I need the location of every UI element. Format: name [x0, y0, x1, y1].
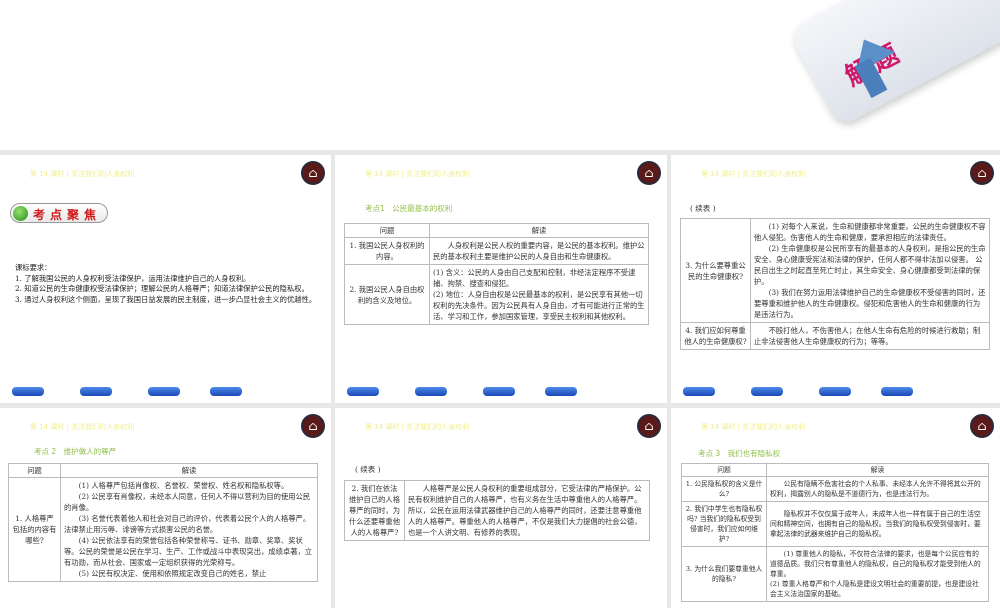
curriculum-requirements: 课标要求： 1. 了解我国公民的人身权利受法律保护，运用法律维护自己的人身权利。…: [15, 263, 317, 304]
nav-button-3[interactable]: [819, 387, 851, 396]
top-area: 解题: [0, 0, 1000, 150]
slide-thumbnail-1[interactable]: 第 14 课时 | 关注我们的人身权利 ⌂ 考点聚焦 课标要求： 1. 了解我国…: [0, 155, 331, 403]
slide-thumbnail-6[interactable]: 第 14 课时 | 关注我们的人身权利 ⌂ 考点 3 我们也有隐私权 问题 解读 …: [671, 408, 1000, 608]
table-row: 3. 为什么要尊重公民的生命健康权? (1) 对每个人来说，生命和健康都非常重要，…: [680, 218, 990, 323]
nav-button-4[interactable]: [210, 387, 242, 396]
table-row: 4. 我们应如何尊重他人的生命健康权? 不殴打他人，不伤害他人；在他人生命有危险的…: [680, 322, 990, 350]
content-table: 问题 解读 1. 公民隐私权的含义是什么? 公民有隐瞒不危害社会的个人私事、未经本人…: [681, 463, 989, 602]
nav-button-3[interactable]: [148, 387, 180, 396]
table-row: 2. 我国公民人身自由权利的含义及地位。 (1) 含义：公民的人身由自己支配和控制…: [344, 264, 649, 325]
content-table: 2. 我们在依法维护自己的人格尊严的同时，为什么还要尊重他人的人格尊严? 人格尊严…: [344, 480, 650, 541]
content-table: 问题 解读 1. 我国公民人身权利的内容。 人身权利是公民人权的重要内容，是公民的基…: [344, 223, 649, 325]
table-row: 3. 为什么我们要尊重他人的隐私? (1) 尊重他人的隐私，不仅符合法律的要求，也…: [681, 546, 989, 602]
table-row: 1. 人格尊严包括的内容有哪些? (1) 人格尊严包括肖像权、名誉权、荣誉权、姓名…: [8, 477, 318, 582]
nav-button-3[interactable]: [483, 387, 515, 396]
section-subtitle: 考点 2 维护做人的尊严: [34, 447, 117, 456]
table-row: 1. 公民隐私权的含义是什么? 公民有隐瞒不危害社会的个人私事、未经本人允许不得将…: [681, 476, 989, 502]
slide-thumbnail-3[interactable]: 第 14 课时 | 关注我们的人身权利 ⌂ ( 续表 ) 3. 为什么要尊重公民…: [671, 155, 1000, 403]
home-icon[interactable]: ⌂: [970, 161, 994, 185]
slide-thumbnail-5[interactable]: 第 14 课时 | 关注我们的人身权利 ⌂ ( 续表 ) 2. 我们在依法维护自…: [335, 408, 667, 608]
continued-label: ( 续表 ): [690, 204, 716, 213]
continued-label: ( 续表 ): [355, 465, 381, 474]
section-subtitle: 考点 3 我们也有隐私权: [698, 449, 781, 458]
lesson-title: 第 14 课时 | 关注我们的人身权利: [30, 423, 135, 431]
nav-button-4[interactable]: [545, 387, 577, 396]
lesson-title: 第 14 课时 | 关注我们的人身权利: [365, 170, 470, 178]
content-table: 3. 为什么要尊重公民的生命健康权? (1) 对每个人来说，生命和健康都非常重要，…: [680, 218, 990, 350]
lesson-title: 第 14 课时 | 关注我们的人身权利: [701, 170, 806, 178]
table-row: 2. 我们中学生也有隐私权吗? 当我们的隐私权受到侵害时，我们应如何维护? 隐私权…: [681, 501, 989, 547]
lesson-title: 第 14 课时 | 关注我们的人身权利: [365, 423, 470, 431]
slide-thumbnail-4[interactable]: 第 14 课时 | 关注我们的人身权利 ⌂ 考点 2 维护做人的尊严 问题 解读 …: [0, 408, 331, 608]
nav-button-2[interactable]: [415, 387, 447, 396]
home-icon[interactable]: ⌂: [301, 161, 325, 185]
section-subtitle: 考点1 公民最基本的权利: [365, 204, 453, 213]
home-icon[interactable]: ⌂: [637, 161, 661, 185]
nav-button-2[interactable]: [80, 387, 112, 396]
content-table: 问题 解读 1. 人格尊严包括的内容有哪些? (1) 人格尊严包括肖像权、名誉权、荣…: [8, 463, 318, 582]
section-badge: 考点聚焦: [10, 203, 108, 223]
table-row: 1. 我国公民人身权利的内容。 人身权利是公民人权的重要内容，是公民的基本权利。维…: [344, 237, 649, 265]
lesson-title: 第 14 课时 | 关注我们的人身权利: [30, 170, 135, 178]
lesson-title: 第 14 课时 | 关注我们的人身权利: [701, 423, 806, 431]
nav-button-1[interactable]: [12, 387, 44, 396]
nav-button-1[interactable]: [347, 387, 379, 396]
nav-button-1[interactable]: [683, 387, 715, 396]
home-icon[interactable]: ⌂: [301, 414, 325, 438]
logo: 解题: [787, 0, 1000, 128]
table-row: 2. 我们在依法维护自己的人格尊严的同时，为什么还要尊重他人的人格尊严? 人格尊严…: [344, 480, 650, 541]
home-icon[interactable]: ⌂: [637, 414, 661, 438]
slide-thumbnail-2[interactable]: 第 14 课时 | 关注我们的人身权利 ⌂ 考点1 公民最基本的权利 问题 解读 …: [335, 155, 667, 403]
nav-button-2[interactable]: [751, 387, 783, 396]
home-icon[interactable]: ⌂: [970, 414, 994, 438]
nav-button-4[interactable]: [881, 387, 913, 396]
